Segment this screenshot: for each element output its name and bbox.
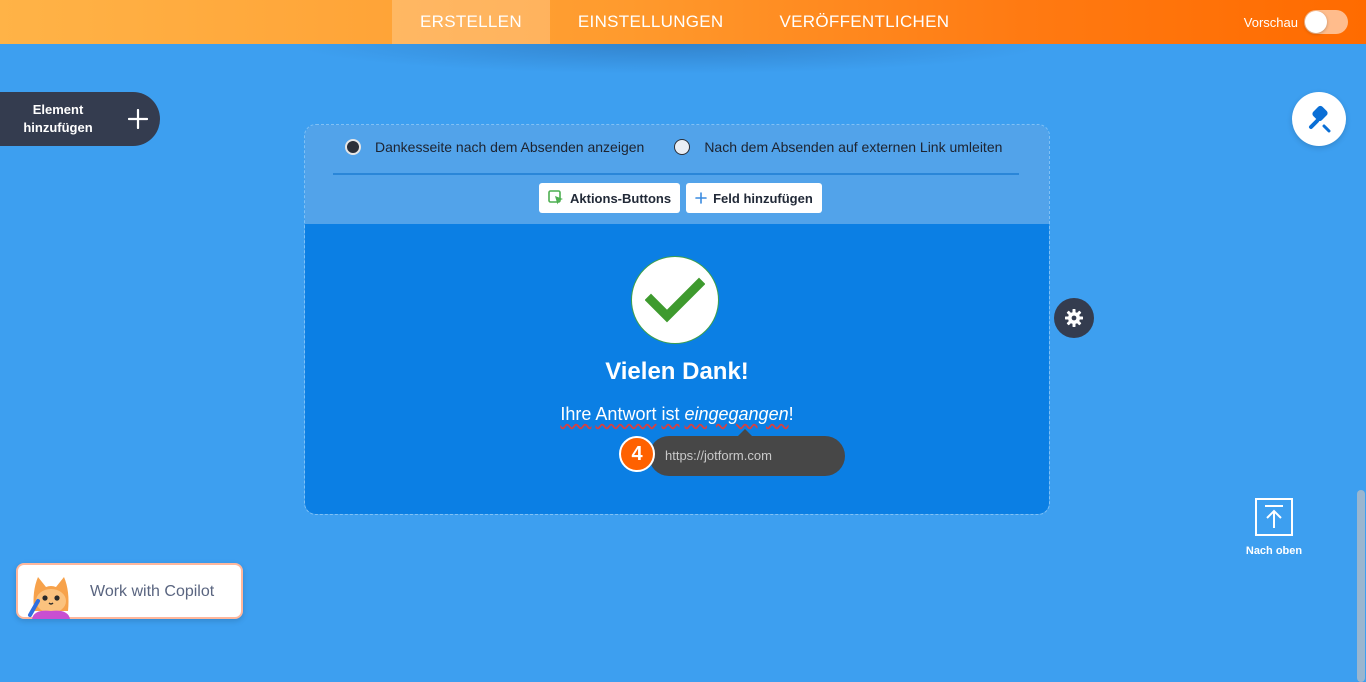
preview-toggle[interactable] xyxy=(1304,10,1348,34)
toggle-knob xyxy=(1305,11,1327,33)
add-element-button[interactable]: Element hinzufügen xyxy=(0,92,160,146)
tab-veroeffentlichen[interactable]: VERÖFFENTLICHEN xyxy=(752,0,978,44)
link-url-input[interactable]: https://jotform.com xyxy=(649,436,845,476)
preview-label: Vorschau xyxy=(1243,14,1298,30)
add-field-button[interactable]: Feld hinzufügen xyxy=(686,183,822,213)
radio-show-thank-you[interactable] xyxy=(345,139,361,155)
copilot-button[interactable]: Work with Copilot xyxy=(16,563,243,619)
cursor-click-icon xyxy=(548,190,563,205)
top-bar: ERSTELLEN EINSTELLUNGEN VERÖFFENTLICHEN … xyxy=(0,0,1366,44)
preview-control: Vorschau xyxy=(1244,0,1348,44)
add-element-label-line1: Element xyxy=(32,102,84,117)
message-word-ihre: Ihre xyxy=(560,404,592,424)
arrow-up-icon xyxy=(1265,505,1283,528)
tab-einstellungen[interactable]: EINSTELLUNGEN xyxy=(550,0,752,44)
options-divider xyxy=(333,173,1019,175)
header-shadow xyxy=(290,44,1050,74)
checkmark-icon xyxy=(645,277,705,323)
radio-show-thank-you-label[interactable]: Dankesseite nach dem Absenden anzeigen xyxy=(375,139,644,155)
copilot-label: Work with Copilot xyxy=(90,583,215,600)
card-action-buttons: Aktions-Buttons Feld hinzufügen xyxy=(539,183,828,213)
plus-icon xyxy=(695,192,707,204)
scrollbar-thumb[interactable] xyxy=(1357,490,1365,682)
thank-you-title[interactable]: Vielen Dank! xyxy=(305,358,1049,386)
actions-button-label: Aktions-Buttons xyxy=(570,190,672,206)
radio-redirect-link-label[interactable]: Nach dem Absenden auf externen Link umle… xyxy=(704,139,1002,155)
success-check-icon xyxy=(631,256,719,344)
back-to-top-button[interactable]: Nach oben xyxy=(1238,498,1310,557)
form-designer-button[interactable] xyxy=(1292,92,1346,146)
radio-group: Dankesseite nach dem Absenden anzeigen N… xyxy=(345,139,1002,155)
message-word-ist: ist xyxy=(661,404,680,424)
thank-you-message[interactable]: Ihre Antwort ist eingegangen! xyxy=(305,404,1049,425)
card-options-panel: Dankesseite nach dem Absenden anzeigen N… xyxy=(305,125,1049,224)
thank-you-content: Vielen Dank! Ihre Antwort ist eingegange… xyxy=(305,224,1049,514)
tab-erstellen[interactable]: ERSTELLEN xyxy=(392,0,550,44)
main-nav: ERSTELLEN EINSTELLUNGEN VERÖFFENTLICHEN xyxy=(392,0,977,44)
add-element-label-line2: hinzufügen xyxy=(23,120,93,135)
scrollbar[interactable] xyxy=(1356,44,1366,682)
paint-roller-icon xyxy=(1309,105,1331,133)
step-badge: 4 xyxy=(619,436,655,472)
radio-redirect-link[interactable] xyxy=(674,139,691,155)
message-word-eingegangen: eingegangen xyxy=(684,404,789,424)
plus-icon xyxy=(128,109,148,129)
thank-you-card: Dankesseite nach dem Absenden anzeigen N… xyxy=(304,124,1050,515)
actions-button[interactable]: Aktions-Buttons xyxy=(539,183,681,213)
add-element-label: Element hinzufügen xyxy=(0,101,116,137)
back-to-top-box xyxy=(1255,498,1293,536)
message-word-antwort: Antwort xyxy=(595,404,657,424)
card-settings-button[interactable] xyxy=(1054,298,1094,338)
gear-icon xyxy=(1065,309,1083,327)
message-punctuation: ! xyxy=(788,404,794,424)
copilot-cat-avatar-icon xyxy=(28,577,70,619)
back-to-top-label: Nach oben xyxy=(1245,545,1303,557)
add-field-button-label: Feld hinzufügen xyxy=(713,190,813,206)
